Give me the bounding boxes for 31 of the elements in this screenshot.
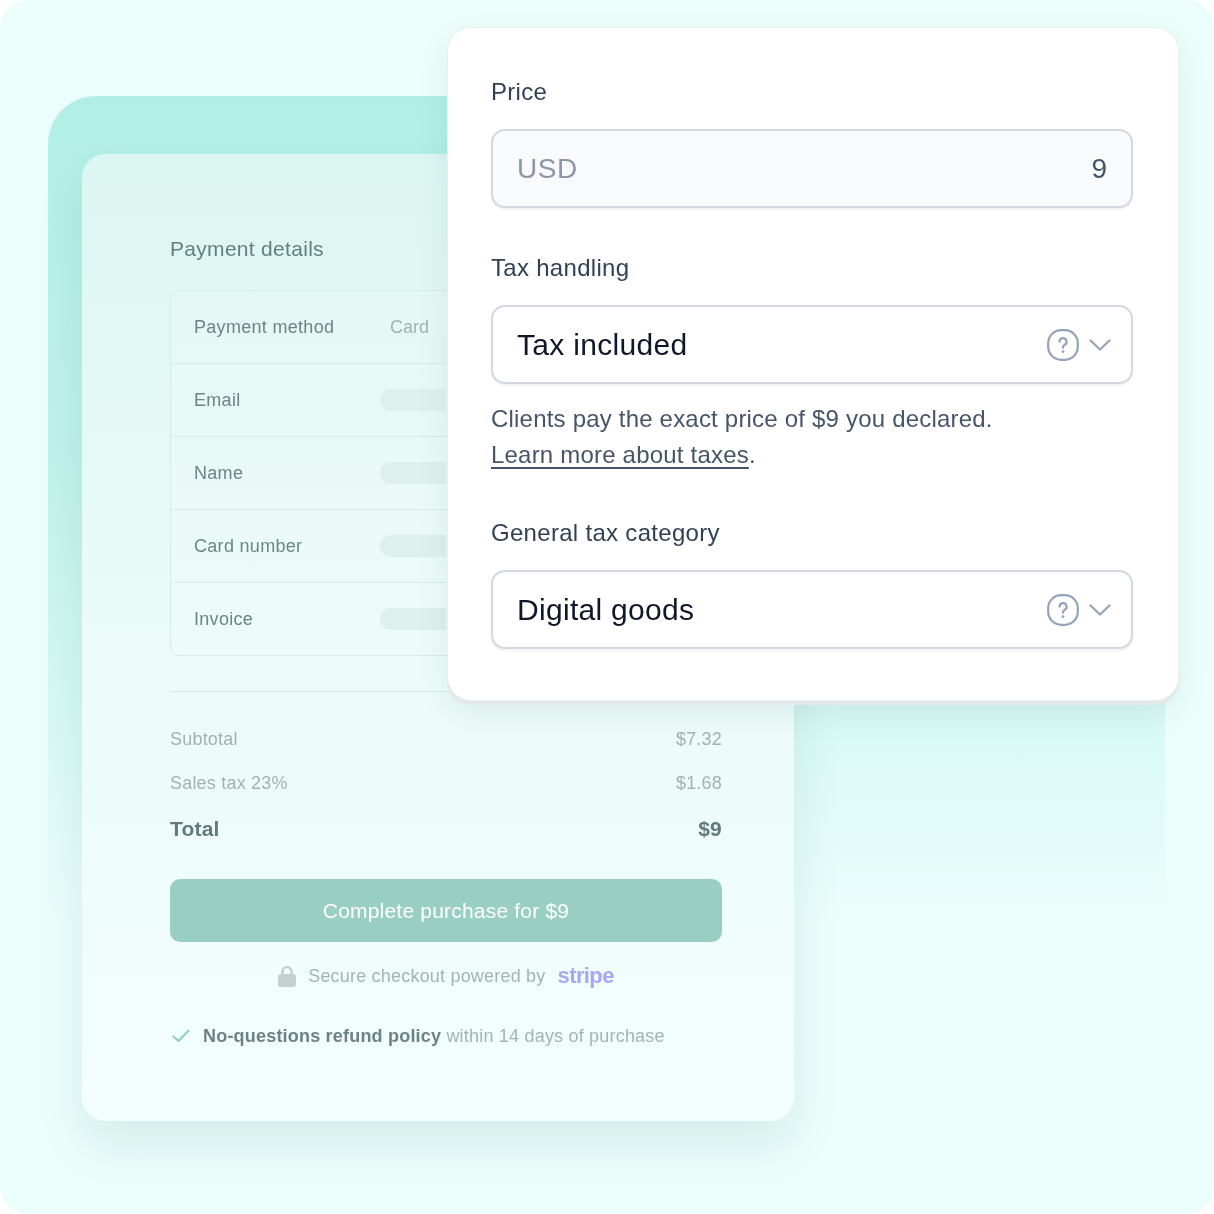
dropdown[interactable]: Digital goods: [491, 570, 1133, 649]
help-icon[interactable]: [1047, 593, 1079, 626]
field-label: Email: [194, 389, 241, 412]
field-label: Invoice: [194, 608, 254, 631]
chevron-down-icon[interactable]: [1089, 603, 1111, 616]
brand-wordmark: stripe: [557, 964, 614, 988]
field-label: Payment method: [194, 316, 335, 339]
help-text: Clients pay the exact price of $9 you declared. Learn more about taxes.: [491, 404, 994, 470]
field-label: Tax handling: [491, 253, 630, 283]
summary-label: Sales tax 23%: [170, 772, 288, 795]
section-title: Payment details: [170, 236, 324, 262]
secure-checkout-text: Secure checkout powered by: [308, 965, 546, 988]
field-label: Card number: [194, 535, 303, 558]
total-amount: $9: [698, 816, 722, 842]
check-icon: [172, 1029, 190, 1043]
refund-policy-text: No-questions refund policy within 14 days of purchase: [203, 1025, 665, 1048]
summary-amount: $7.32: [675, 728, 722, 751]
dropdown[interactable]: Tax included: [491, 305, 1133, 384]
help-icon[interactable]: [1047, 328, 1079, 361]
summary-label: Subtotal: [170, 728, 238, 751]
field-label: General tax category: [491, 518, 720, 548]
lock-icon: [278, 965, 297, 987]
summary-amount: $1.68: [675, 772, 722, 795]
price-field[interactable]: USD 9: [491, 129, 1133, 208]
field-value: Card: [390, 316, 429, 339]
chevron-down-icon[interactable]: [1089, 338, 1111, 351]
field-label: Name: [194, 462, 244, 485]
currency-label: USD: [517, 151, 578, 186]
learn-more-link[interactable]: Learn more about taxes: [491, 441, 749, 468]
total-label: Total: [170, 816, 220, 842]
field-label: Price: [491, 77, 548, 107]
